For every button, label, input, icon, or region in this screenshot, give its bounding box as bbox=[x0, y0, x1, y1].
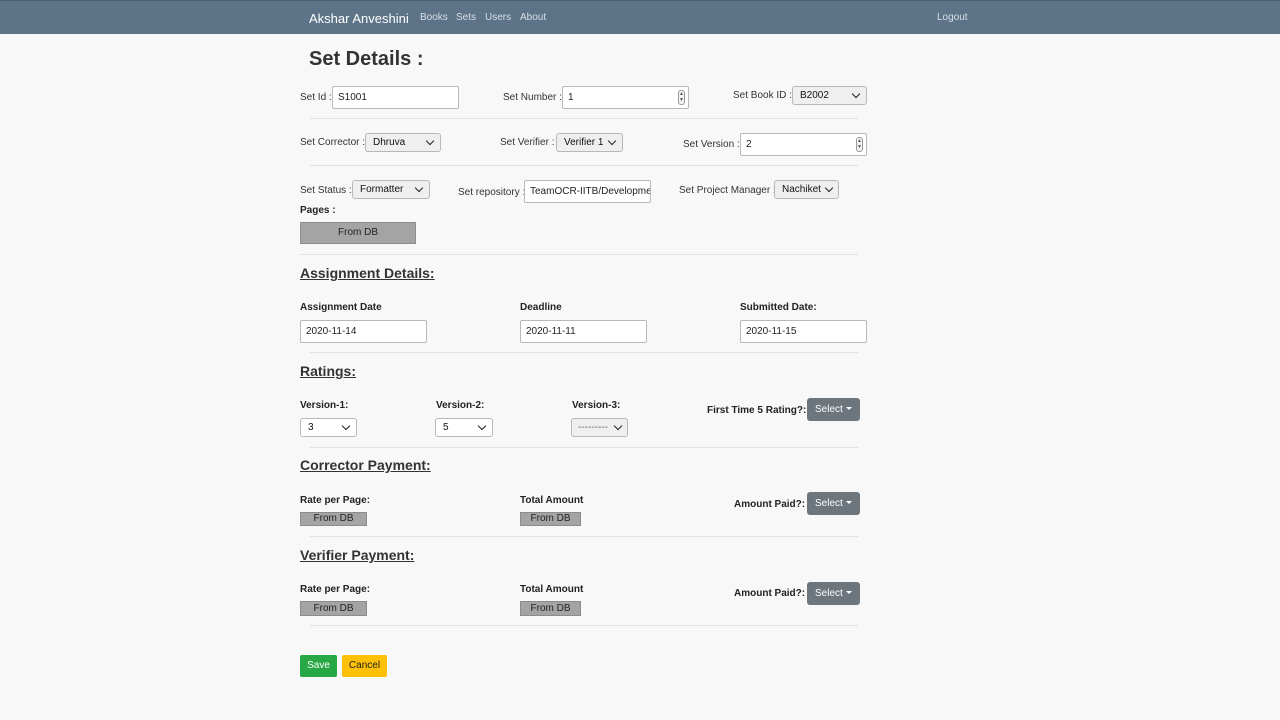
nav-about[interactable]: About bbox=[520, 12, 546, 23]
set-id-input[interactable]: S1001 bbox=[332, 86, 459, 109]
corrector-total-label: Total Amount bbox=[520, 495, 584, 506]
set-verifier-label: Set Verifier : bbox=[500, 137, 555, 148]
set-repository-input[interactable]: TeamOCR-IITB/Development bbox=[524, 180, 651, 203]
verifier-total-label: Total Amount bbox=[520, 584, 584, 595]
chevron-down-icon bbox=[414, 183, 424, 193]
verifier-amount-paid-dropdown[interactable]: Select bbox=[807, 582, 860, 605]
assignment-details-heading: Assignment Details: bbox=[300, 265, 435, 281]
verifier-rate-label: Rate per Page: bbox=[300, 584, 371, 595]
pages-from-db-button[interactable]: From DB bbox=[300, 222, 416, 244]
set-project-manager-label: Set Project Manager : bbox=[679, 185, 776, 196]
version-3-value: --------- bbox=[578, 422, 608, 433]
set-status-label: Set Status : bbox=[300, 185, 352, 196]
verifier-rate-value: From DB bbox=[300, 601, 367, 616]
version-2-label: Version-2: bbox=[436, 400, 485, 411]
corrector-amount-paid-label: Amount Paid?: bbox=[734, 499, 806, 510]
pages-label: Pages : bbox=[300, 205, 336, 216]
version-2-select[interactable]: 5 bbox=[435, 418, 493, 437]
divider bbox=[300, 254, 858, 255]
divider bbox=[310, 352, 858, 353]
set-id-label: Set Id : bbox=[300, 92, 332, 103]
set-book-id-label: Set Book ID : bbox=[733, 90, 792, 101]
set-verifier-value: Verifier 1 bbox=[564, 137, 604, 148]
assignment-date-input[interactable]: 2020-11-14 bbox=[300, 320, 427, 343]
chevron-down-icon bbox=[477, 421, 487, 431]
set-corrector-label: Set Corrector : bbox=[300, 137, 366, 148]
cancel-button[interactable]: Cancel bbox=[342, 655, 387, 677]
corrector-payment-heading: Corrector Payment: bbox=[300, 457, 431, 473]
version-3-label: Version-3: bbox=[572, 400, 621, 411]
chevron-down-icon bbox=[613, 421, 623, 431]
chevron-down-icon bbox=[824, 183, 834, 193]
chevron-down-icon bbox=[341, 421, 351, 431]
set-number-label: Set Number : bbox=[503, 92, 562, 103]
chevron-down-icon bbox=[607, 136, 617, 146]
nav-books[interactable]: Books bbox=[420, 12, 448, 23]
navbar: Akshar Anveshini Books Sets Users About … bbox=[0, 0, 1280, 34]
corrector-rate-value: From DB bbox=[300, 512, 367, 526]
version-3-select[interactable]: --------- bbox=[571, 418, 628, 437]
set-corrector-value: Dhruva bbox=[373, 137, 406, 148]
ratings-heading: Ratings: bbox=[300, 363, 356, 379]
caret-down-icon bbox=[845, 591, 852, 594]
brand-link[interactable]: Akshar Anveshini bbox=[309, 11, 409, 26]
set-corrector-select[interactable]: Dhruva bbox=[365, 133, 441, 152]
first-time-rating-dropdown[interactable]: Select bbox=[807, 398, 860, 421]
corrector-rate-label: Rate per Page: bbox=[300, 495, 371, 506]
set-number-input[interactable]: 1 ▲ ▼ bbox=[562, 86, 689, 109]
set-project-manager-select[interactable]: Nachiket bbox=[774, 180, 839, 199]
page-title: Set Details : bbox=[309, 48, 424, 70]
verifier-total-value: From DB bbox=[520, 601, 581, 616]
set-book-id-select[interactable]: B2002 bbox=[792, 86, 867, 105]
corrector-amount-paid-button-label: Select bbox=[815, 498, 843, 509]
number-spinner[interactable]: ▲ ▼ bbox=[856, 137, 863, 152]
set-verifier-select[interactable]: Verifier 1 bbox=[556, 133, 623, 152]
nav-sets[interactable]: Sets bbox=[456, 12, 476, 23]
version-1-select[interactable]: 3 bbox=[300, 418, 357, 437]
submitted-date-input[interactable]: 2020-11-15 bbox=[740, 320, 867, 343]
divider bbox=[310, 118, 858, 119]
submitted-date-label: Submitted Date: bbox=[740, 302, 817, 313]
set-version-label: Set Version : bbox=[683, 139, 740, 150]
set-repository-label: Set repository : bbox=[458, 187, 526, 198]
logout-link[interactable]: Logout bbox=[937, 12, 968, 23]
set-version-value: 2 bbox=[746, 139, 752, 150]
corrector-total-value: From DB bbox=[520, 512, 581, 526]
set-project-manager-value: Nachiket bbox=[782, 184, 821, 195]
set-book-id-value: B2002 bbox=[800, 90, 829, 101]
divider bbox=[310, 625, 858, 626]
divider bbox=[310, 165, 858, 166]
caret-down-icon bbox=[845, 407, 852, 410]
deadline-label: Deadline bbox=[520, 302, 562, 313]
deadline-input[interactable]: 2020-11-11 bbox=[520, 320, 647, 343]
version-1-label: Version-1: bbox=[300, 400, 349, 411]
chevron-down-icon bbox=[425, 136, 435, 146]
verifier-amount-paid-button-label: Select bbox=[815, 588, 843, 599]
set-version-input[interactable]: 2 ▲ ▼ bbox=[740, 133, 867, 156]
assignment-date-label: Assignment Date bbox=[300, 302, 382, 313]
save-button[interactable]: Save bbox=[300, 655, 337, 677]
verifier-payment-heading: Verifier Payment: bbox=[300, 547, 415, 563]
first-time-rating-button-label: Select bbox=[815, 404, 843, 415]
number-spinner[interactable]: ▲ ▼ bbox=[678, 90, 685, 105]
verifier-amount-paid-label: Amount Paid?: bbox=[734, 588, 806, 599]
divider bbox=[310, 536, 858, 537]
version-1-value: 3 bbox=[308, 422, 314, 433]
corrector-amount-paid-dropdown[interactable]: Select bbox=[807, 492, 860, 515]
chevron-down-icon bbox=[851, 89, 861, 99]
first-time-rating-label: First Time 5 Rating?: bbox=[707, 405, 807, 416]
version-2-value: 5 bbox=[443, 422, 449, 433]
set-status-select[interactable]: Formatter bbox=[352, 180, 430, 199]
nav-users[interactable]: Users bbox=[485, 12, 511, 23]
set-number-value: 1 bbox=[568, 92, 574, 103]
set-status-value: Formatter bbox=[360, 184, 404, 195]
divider bbox=[310, 447, 858, 448]
caret-down-icon bbox=[845, 501, 852, 504]
